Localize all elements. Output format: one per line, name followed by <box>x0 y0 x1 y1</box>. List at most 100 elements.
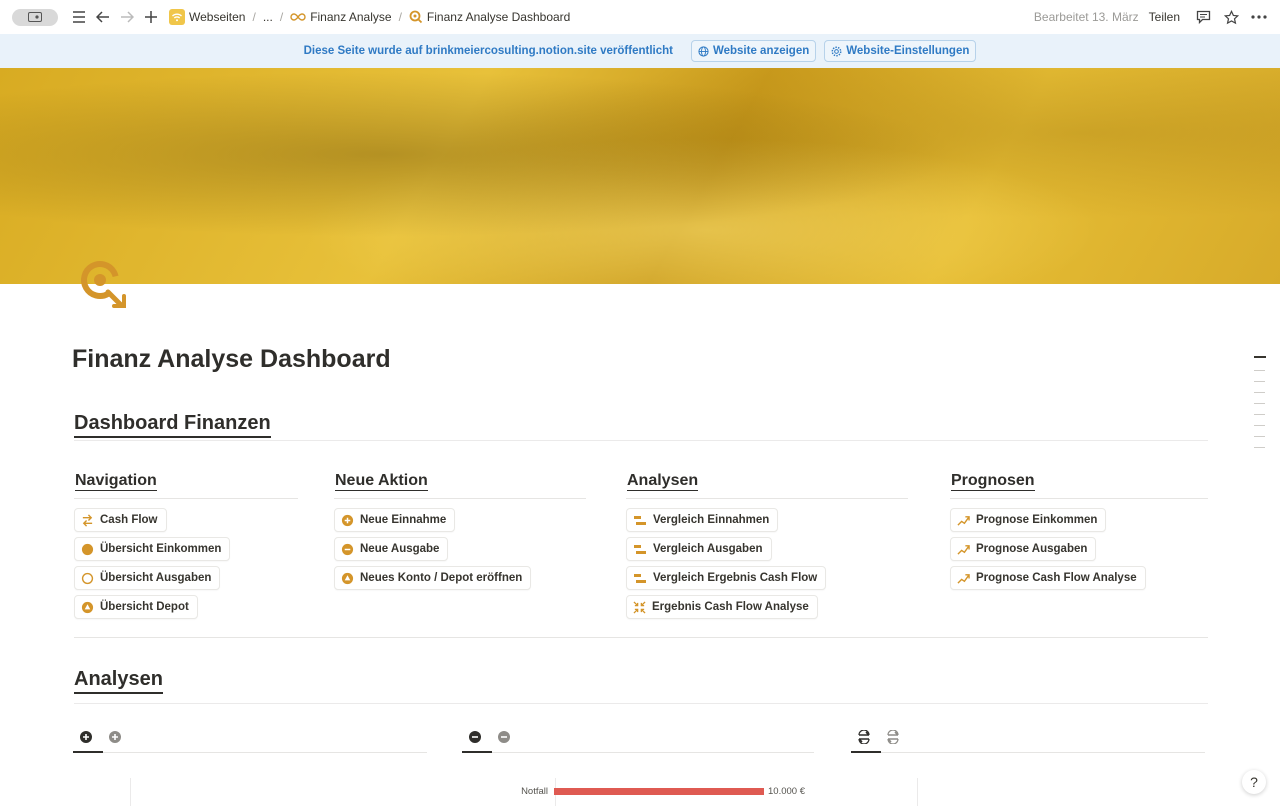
forward-arrow-icon[interactable] <box>118 8 136 26</box>
breadcrumb-item-dashboard[interactable]: Finanz Analyse Dashboard <box>406 8 573 26</box>
website-settings-label: Website-Einstellungen <box>846 45 970 57</box>
chip-label: Vergleich Ergebnis Cash Flow <box>653 572 818 584</box>
breadcrumb: Webseiten / ... / Finanz Analyse / Finan… <box>166 7 573 27</box>
column-heading-neue-aktion[interactable]: Neue Aktion <box>335 472 428 491</box>
back-arrow-icon[interactable] <box>94 8 112 26</box>
link-uebersicht-ausgaben[interactable]: Übersicht Ausgaben <box>74 566 221 590</box>
link-vergleich-einnahmen[interactable]: Vergleich Einnahmen <box>626 508 779 532</box>
toc-line <box>1254 370 1265 371</box>
more-options-icon[interactable] <box>1250 8 1268 26</box>
link-uebersicht-depot[interactable]: Übersicht Depot <box>74 595 198 619</box>
star-icon[interactable] <box>1222 8 1240 26</box>
toc-line <box>1254 414 1265 415</box>
transfer-arrows-icon[interactable] <box>886 730 900 744</box>
toc-line <box>1254 356 1266 358</box>
wifi-icon <box>169 9 185 25</box>
comment-icon[interactable] <box>1194 8 1212 26</box>
analysis-view-tabs-cashflow <box>851 726 1205 754</box>
chart-bar-label: Notfall <box>521 786 548 797</box>
plus-circle-icon[interactable] <box>79 730 93 744</box>
link-vergleich-ausgaben[interactable]: Vergleich Ausgaben <box>626 537 772 561</box>
chip-label: Neue Einnahme <box>360 514 447 526</box>
publish-banner-text: Diese Seite wurde auf brinkmeiercosultin… <box>303 45 673 57</box>
toc-line <box>1254 447 1265 448</box>
plus-icon[interactable] <box>142 8 160 26</box>
minus-circle-icon <box>341 543 354 555</box>
chip-label: Vergleich Ausgaben <box>653 543 763 555</box>
website-settings-button[interactable]: Website-Einstellungen <box>824 40 977 62</box>
toc-line <box>1254 392 1265 393</box>
link-neues-konto[interactable]: Neues Konto / Depot eröffnen <box>334 566 532 590</box>
breadcrumb-item-finanz-analyse[interactable]: Finanz Analyse <box>287 8 394 26</box>
breadcrumb-label: Webseiten <box>189 10 246 24</box>
toc-line <box>1254 403 1265 404</box>
tab-active-indicator <box>462 751 492 753</box>
chip-label: Übersicht Ausgaben <box>100 572 212 584</box>
column-rule <box>74 498 298 499</box>
chip-label: Prognose Einkommen <box>976 514 1098 526</box>
link-prognose-ausgaben[interactable]: Prognose Ausgaben <box>950 537 1097 561</box>
column-rule <box>626 498 908 499</box>
breadcrumb-label: Finanz Analyse <box>310 10 392 24</box>
plus-circle-icon[interactable] <box>108 730 122 744</box>
cycle-search-icon <box>409 10 423 24</box>
column-heading-prognosen[interactable]: Prognosen <box>951 472 1035 491</box>
column-rule <box>334 498 586 499</box>
chart-bar-value: 10.000 € <box>768 786 805 797</box>
tab-rule <box>851 752 1205 753</box>
publish-banner: Diese Seite wurde auf brinkmeiercosultin… <box>0 34 1280 68</box>
menu-icon[interactable] <box>70 8 88 26</box>
link-neue-einnahme[interactable]: Neue Einnahme <box>334 508 456 532</box>
breadcrumb-item-ellipsis[interactable]: ... <box>260 8 276 26</box>
column-heading-navigation[interactable]: Navigation <box>75 472 157 491</box>
section-heading-dashboard[interactable]: Dashboard Finanzen <box>74 412 271 438</box>
breadcrumb-separator: / <box>252 10 256 24</box>
filled-circle-icon <box>81 543 94 555</box>
link-vergleich-ergebnis-cash-flow[interactable]: Vergleich Ergebnis Cash Flow <box>626 566 827 590</box>
cash-flow-arrows-icon <box>82 513 93 527</box>
link-prognose-einkommen[interactable]: Prognose Einkommen <box>950 508 1107 532</box>
page-title[interactable]: Finanz Analyse Dashboard <box>72 345 391 374</box>
triangle-circle-icon <box>81 601 94 613</box>
column-rule <box>950 498 1208 499</box>
trend-arrow-icon <box>957 544 970 555</box>
minus-circle-icon[interactable] <box>468 730 482 744</box>
link-prognose-cash-flow-analyse[interactable]: Prognose Cash Flow Analyse <box>950 566 1146 590</box>
link-neue-ausgabe[interactable]: Neue Ausgabe <box>334 537 449 561</box>
chip-label: Übersicht Einkommen <box>100 543 222 555</box>
tab-rule <box>73 752 427 753</box>
chip-label: Prognose Cash Flow Analyse <box>976 572 1137 584</box>
chart-axis-line <box>130 778 131 806</box>
toc-line <box>1254 436 1265 437</box>
heading-underline <box>74 703 1208 704</box>
section-divider <box>74 637 1208 638</box>
section-heading-analysen[interactable]: Analysen <box>74 668 163 694</box>
table-of-contents-outline[interactable] <box>1254 356 1266 458</box>
share-button[interactable]: Teilen <box>1149 10 1180 24</box>
tab-active-indicator <box>73 751 103 753</box>
chart-bar[interactable] <box>554 788 764 795</box>
tab-rule <box>462 752 814 753</box>
breadcrumb-item-webseiten[interactable]: Webseiten <box>166 7 248 27</box>
help-button[interactable]: ? <box>1242 770 1266 794</box>
notion-window: Webseiten / ... / Finanz Analyse / Finan… <box>0 0 1280 806</box>
page-cover-image[interactable] <box>0 68 1280 284</box>
transfer-arrows-icon[interactable] <box>857 730 871 744</box>
link-ergebnis-cash-flow-analyse[interactable]: Ergebnis Cash Flow Analyse <box>626 595 818 619</box>
breadcrumb-separator: / <box>279 10 284 24</box>
link-cash-flow[interactable]: Cash Flow <box>74 508 167 532</box>
outline-circle-icon <box>81 572 94 584</box>
link-uebersicht-einkommen[interactable]: Übersicht Einkommen <box>74 537 231 561</box>
chip-label: Prognose Ausgaben <box>976 543 1088 555</box>
toc-line <box>1254 425 1265 426</box>
column-heading-analysen[interactable]: Analysen <box>627 472 699 491</box>
view-website-button[interactable]: Website anzeigen <box>690 40 817 62</box>
infinity-icon <box>290 13 306 21</box>
tab-active-indicator <box>851 751 881 753</box>
sidebar-toggle-button[interactable] <box>12 8 58 26</box>
minus-circle-icon[interactable] <box>497 730 511 744</box>
trend-arrow-icon <box>957 573 970 584</box>
page-icon-cycle[interactable] <box>78 256 132 312</box>
breadcrumb-label: Finanz Analyse Dashboard <box>426 10 571 24</box>
breadcrumb-label: ... <box>262 10 273 24</box>
